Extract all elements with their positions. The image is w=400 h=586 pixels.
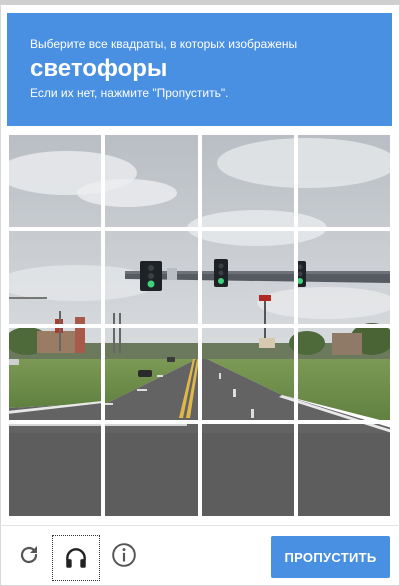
grid-tile-3-2[interactable]	[103, 325, 200, 422]
challenge-header: Выберите все квадраты, в которых изображ…	[7, 13, 392, 126]
reload-icon[interactable]	[12, 538, 46, 572]
grid-tile-1-3[interactable]	[199, 133, 296, 230]
grid-tile-1-4[interactable]	[295, 133, 392, 230]
image-grid	[7, 133, 392, 518]
tile-grid	[7, 133, 392, 518]
grid-tile-2-3[interactable]	[199, 229, 296, 326]
grid-tile-2-4[interactable]	[295, 229, 392, 326]
grid-tile-4-3[interactable]	[199, 421, 296, 518]
captcha-footer: ПРОПУСТИТЬ	[0, 526, 400, 586]
grid-tile-1-1[interactable]	[7, 133, 104, 230]
grid-tile-2-2[interactable]	[103, 229, 200, 326]
target-keyword: светофоры	[30, 55, 168, 82]
grid-tile-1-2[interactable]	[103, 133, 200, 230]
grid-tile-4-2[interactable]	[103, 421, 200, 518]
instruction-text: Выберите все квадраты, в которых изображ…	[30, 37, 298, 51]
headphones-icon[interactable]	[52, 535, 100, 581]
grid-tile-4-4[interactable]	[295, 421, 392, 518]
grid-tile-3-3[interactable]	[199, 325, 296, 422]
grid-tile-3-1[interactable]	[7, 325, 104, 422]
grid-tile-4-1[interactable]	[7, 421, 104, 518]
grid-tile-2-1[interactable]	[7, 229, 104, 326]
skip-hint: Если их нет, нажмите "Пропустить".	[30, 86, 229, 100]
skip-button[interactable]: ПРОПУСТИТЬ	[271, 536, 390, 578]
info-icon[interactable]	[107, 538, 141, 572]
grid-tile-3-4[interactable]	[295, 325, 392, 422]
top-strip	[0, 0, 400, 5]
